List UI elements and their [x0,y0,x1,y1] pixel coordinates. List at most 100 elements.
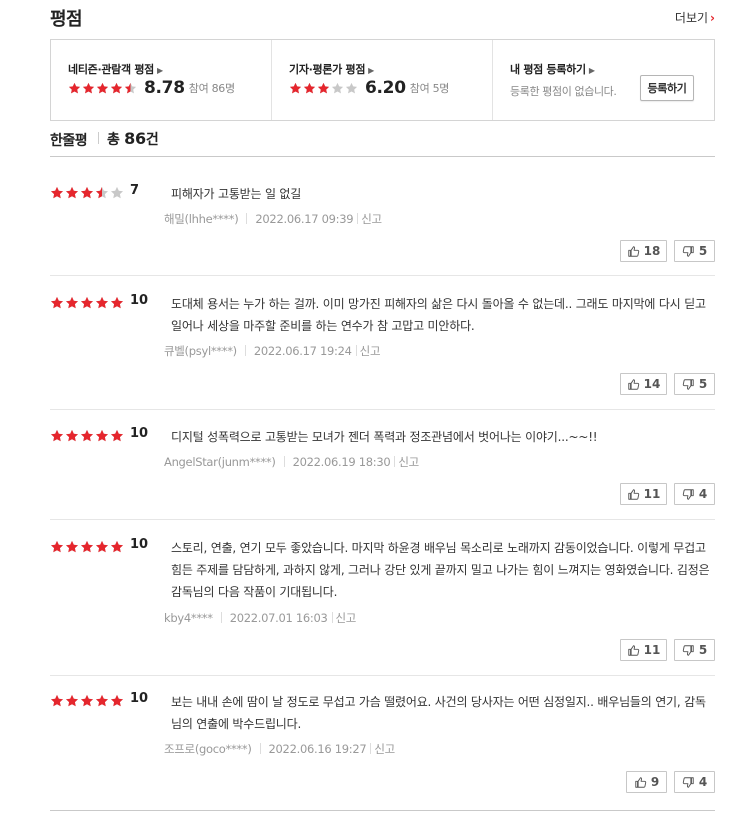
star-icon [95,429,109,442]
review-user: 큐벨(psyl****) [164,344,237,358]
star-icon [50,694,64,707]
thumbs-down-icon [682,245,697,258]
netizen-rating: 네티즌·관람객 평점 ▶ 8.78 참여 86명 [51,40,272,120]
review-score: 10 [130,691,149,706]
star-rating [50,186,125,200]
report-link[interactable]: 신고 [336,611,357,625]
star-icon [50,186,64,199]
star-rating [50,540,125,554]
report-link[interactable]: 신고 [360,344,381,358]
dislike-count: 5 [698,643,708,657]
star-icon [96,82,109,93]
star-icon [65,540,79,553]
vote-buttons: 9 4 [626,771,715,793]
star-icon [68,82,81,93]
review-text: 피해자가 고통받는 일 없길 [171,187,302,201]
like-count: 11 [643,643,661,657]
vote-buttons: 14 5 [620,373,715,395]
vote-buttons: 18 5 [620,240,715,262]
total-prefix: 총 [107,132,125,148]
star-icon [65,429,79,442]
review-score: 10 [130,293,149,308]
section-title: 평점 [50,9,83,30]
star-rating [289,82,359,95]
review-text: 보는 내내 손에 땀이 날 정도로 무섭고 가슴 떨렸어요. 사건의 당사자는 … [171,695,706,731]
like-button[interactable]: 11 [620,639,667,661]
like-count: 14 [643,377,661,391]
oneline-title: 한줄평 [50,133,88,149]
dislike-count: 4 [698,775,708,789]
review-total: 총 86건 [107,129,159,149]
thumbs-up-icon [627,644,642,657]
report-link[interactable]: 신고 [361,212,382,226]
review-date: 2022.06.17 19:24 [253,344,352,358]
thumbs-up-icon [627,378,642,391]
report-link[interactable]: 신고 [374,742,395,756]
review-meta: 조프로(goco****) 2022.06.16 19:27 신고 [164,741,395,757]
star-icon [80,186,94,199]
critic-score: 6.20 [365,78,406,98]
star-icon [110,429,124,442]
like-button[interactable]: 11 [620,483,667,505]
review-user: AngelStar(junm****) [164,455,276,469]
star-icon [110,82,123,93]
my-rating: 내 평점 등록하기 ▶ 등록한 평점이 없습니다. 등록하기 [493,40,714,120]
arrow-right-icon: ▶ [368,66,375,75]
dislike-button[interactable]: 5 [674,373,715,395]
star-icon [303,82,316,93]
star-icon [65,186,79,199]
dislike-button[interactable]: 5 [674,639,715,661]
star-icon [289,82,302,93]
thumbs-down-icon [682,378,697,391]
oneline-review-header: 한줄평 총 86건 [50,128,715,157]
review-score: 10 [130,426,149,441]
netizen-score: 8.78 [144,78,185,98]
review-item: 10 스토리, 연출, 연기 모두 좋았습니다. 마지막 하윤경 배우님 목소리… [50,537,715,676]
like-count: 9 [650,775,660,789]
star-icon [331,82,344,93]
dislike-button[interactable]: 5 [674,240,715,262]
review-text: 도대체 용서는 누가 하는 걸까. 이미 망가진 피해자의 삶은 다시 돌아올 … [171,297,706,333]
review-user: kby4**** [164,611,213,625]
more-link[interactable]: 더보기 › [675,9,715,26]
review-date: 2022.07.01 16:03 [229,611,328,625]
star-icon [50,540,64,553]
star-icon [345,82,358,93]
star-icon [50,429,64,442]
review-score: 7 [130,183,140,198]
register-rating-button[interactable]: 등록하기 [640,75,694,101]
review-item: 10 디지털 성폭력으로 고통받는 모녀가 젠더 폭력과 정조관념에서 벗어나는… [50,426,715,520]
review-date: 2022.06.16 19:27 [268,742,367,756]
thumbs-up-icon [634,776,649,789]
review-meta: 해밀(lhhe****) 2022.06.17 09:39 신고 [164,211,382,227]
report-link[interactable]: 신고 [398,455,419,469]
thumbs-down-icon [682,644,697,657]
netizen-rating-label: 네티즌·관람객 평점 [68,63,154,76]
star-icon [50,296,64,309]
star-icon [110,296,124,309]
dislike-button[interactable]: 4 [674,771,715,793]
star-icon [82,82,95,93]
like-button[interactable]: 9 [626,771,667,793]
review-meta: 큐벨(psyl****) 2022.06.17 19:24 신고 [164,343,381,359]
review-text: 디지털 성폭력으로 고통받는 모녀가 젠더 폭력과 정조관념에서 벗어나는 이야… [171,430,598,444]
star-icon [317,82,330,93]
my-rating-link[interactable]: 내 평점 등록하기 ▶ [510,61,595,77]
star-icon [95,540,109,553]
star-rating [50,694,125,708]
rating-header: 평점 더보기 › [50,0,715,32]
like-button[interactable]: 18 [620,240,667,262]
my-rating-empty-text: 등록한 평점이 없습니다. [510,85,617,98]
like-button[interactable]: 14 [620,373,667,395]
star-icon [110,694,124,707]
thumbs-down-icon [682,488,697,501]
critic-rating-link[interactable]: 기자·평론가 평점 ▶ [289,61,374,77]
critic-rating: 기자·평론가 평점 ▶ 6.20 참여 5명 [272,40,493,120]
dislike-button[interactable]: 4 [674,483,715,505]
review-meta: AngelStar(junm****) 2022.06.19 18:30 신고 [164,454,419,470]
review-text: 스토리, 연출, 연기 모두 좋았습니다. 마지막 하윤경 배우님 목소리로 노… [171,541,710,599]
critic-count: 참여 5명 [409,82,450,95]
rating-summary: 네티즌·관람객 평점 ▶ 8.78 참여 86명 기자·평론가 평점 ▶ 6.20 … [50,39,715,121]
dislike-count: 4 [698,487,708,501]
netizen-rating-link[interactable]: 네티즌·관람객 평점 ▶ [68,61,163,77]
